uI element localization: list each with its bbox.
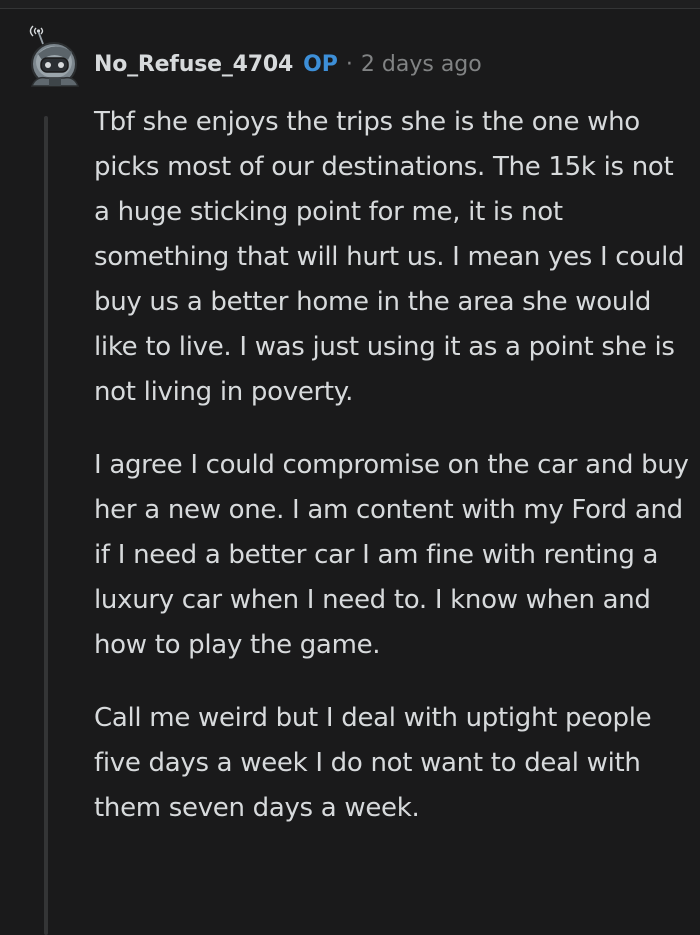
comment-paragraph: Tbf she enjoys the trips she is the one … [94, 107, 685, 407]
comment-paragraph: Call me weird but I deal with uptight pe… [94, 703, 652, 823]
snoo-robot-avatar-icon [29, 25, 80, 87]
meta-separator: · [345, 51, 353, 77]
comment-header: No_Refuse_4704 OP · 2 days ago [94, 44, 482, 84]
comment: No_Refuse_4704 OP · 2 days ago Tbf she e… [0, 0, 700, 935]
comment-body: Tbf she enjoys the trips she is the one … [94, 100, 690, 859]
op-badge: OP [303, 51, 338, 77]
author-username[interactable]: No_Refuse_4704 [94, 52, 293, 77]
comment-timestamp[interactable]: 2 days ago [361, 52, 482, 77]
thread-collapse-line[interactable] [44, 116, 48, 935]
comment-paragraph: I agree I could compromise on the car an… [94, 450, 689, 660]
user-avatar[interactable] [16, 20, 86, 90]
